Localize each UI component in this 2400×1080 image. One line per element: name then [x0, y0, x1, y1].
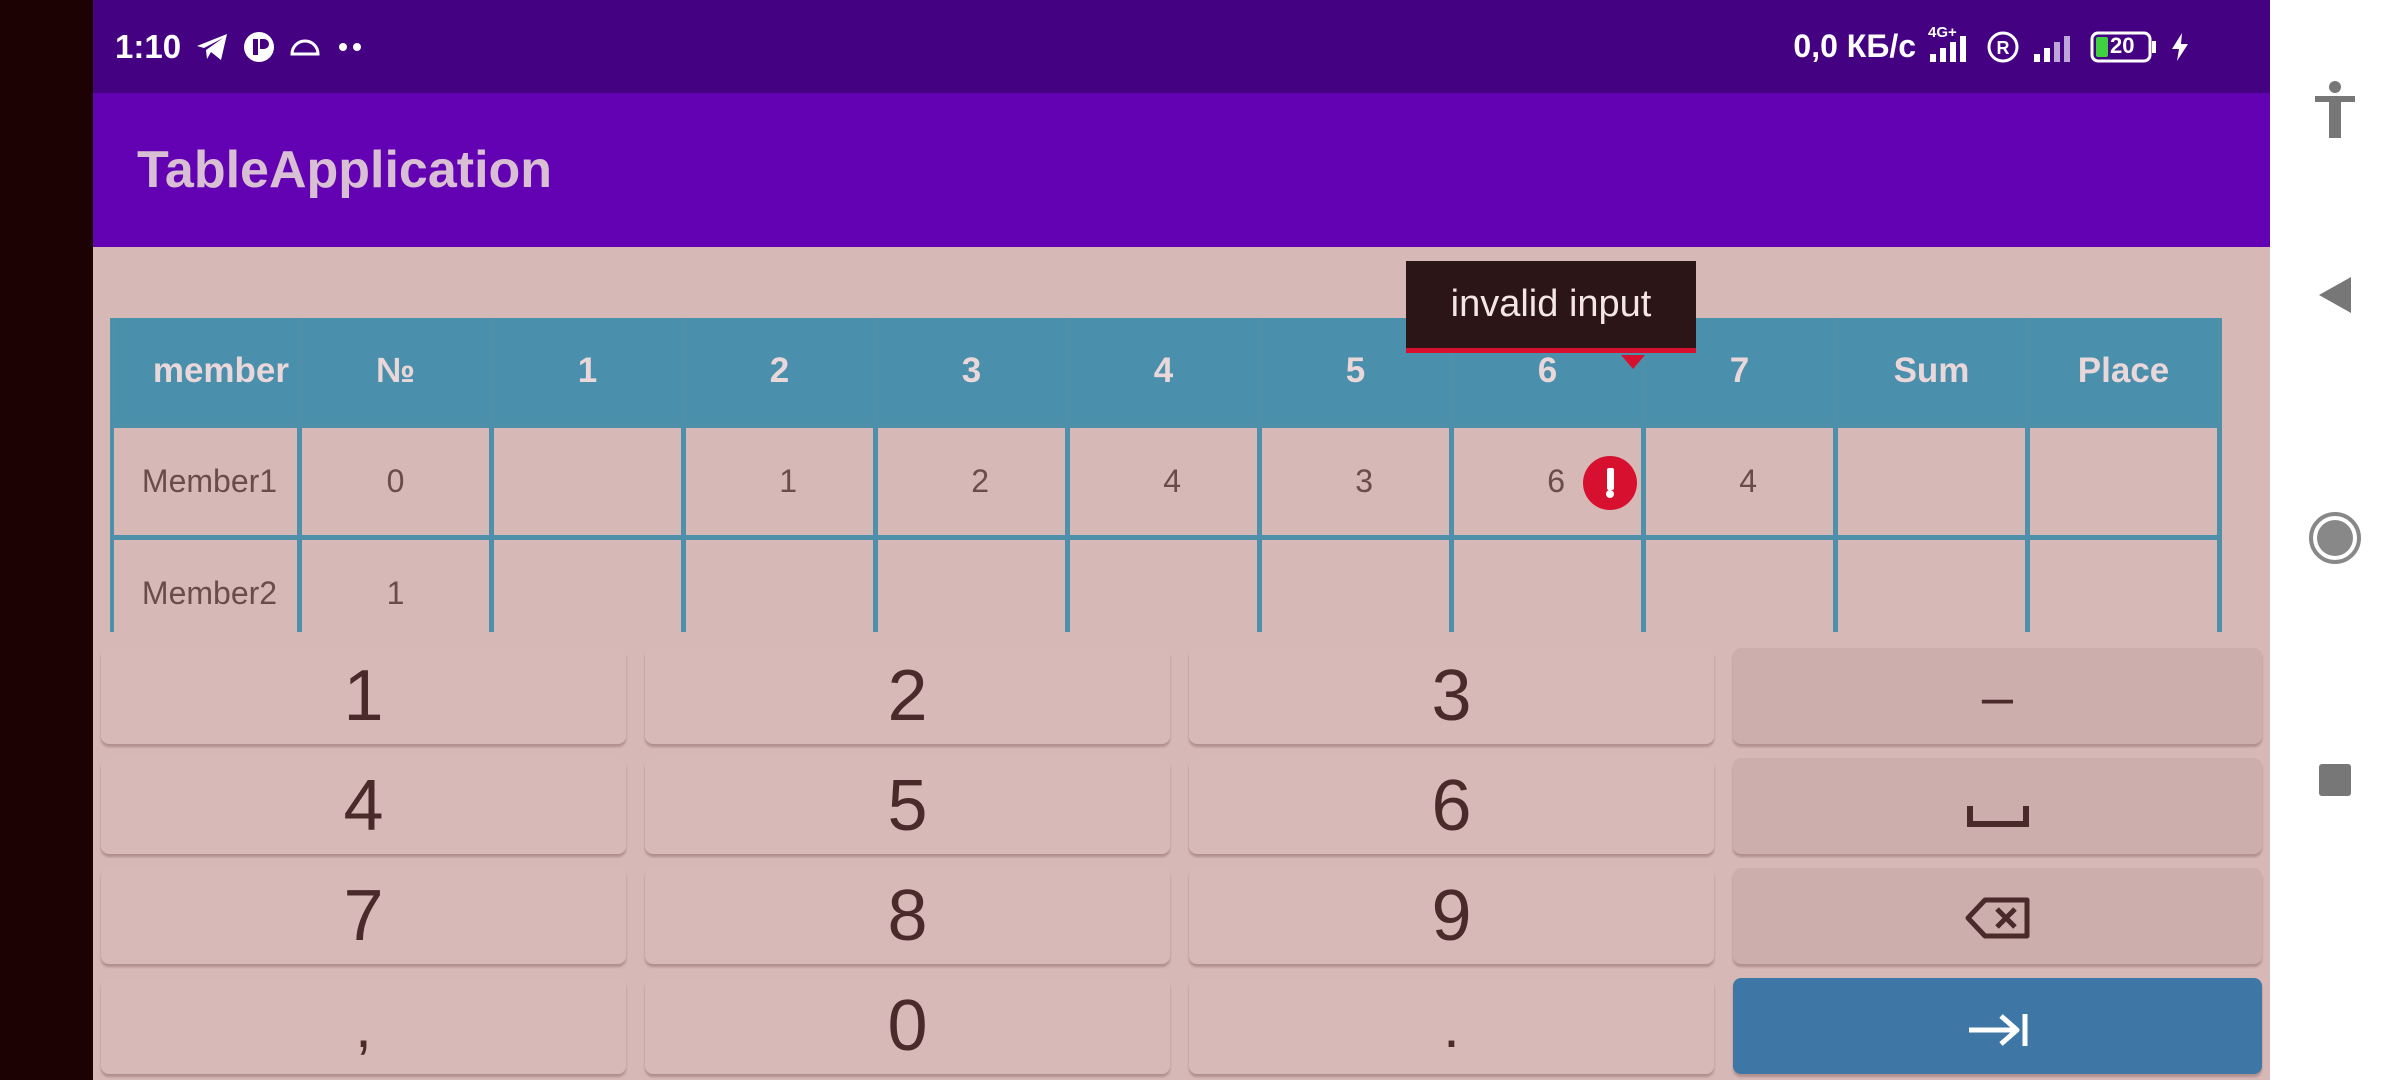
header-number: № — [302, 318, 494, 428]
error-tooltip-arrow — [1621, 355, 1645, 369]
backspace-key[interactable] — [1733, 868, 2262, 964]
cell-score-5[interactable]: 3 — [1262, 428, 1454, 540]
left-edge-strip — [0, 0, 93, 1080]
cell-score-1[interactable] — [494, 428, 686, 540]
space-icon — [1966, 765, 2030, 847]
key-6[interactable]: 6 — [1189, 758, 1714, 854]
table-header-row: member № 1 2 3 4 5 6 7 Sum Place — [110, 318, 2252, 428]
cell-score-4[interactable] — [1070, 540, 1262, 632]
network-type: 4G+ — [1928, 23, 1957, 41]
header-3: 3 — [878, 318, 1070, 428]
key-3[interactable]: 3 — [1189, 648, 1714, 744]
score-table: member № 1 2 3 4 5 6 7 Sum Place Member1… — [110, 318, 2252, 632]
cloud-icon — [289, 36, 321, 58]
cell-member-name[interactable]: Member2 — [110, 540, 302, 632]
cell-score-5[interactable] — [1262, 540, 1454, 632]
status-time: 1:10 — [115, 27, 182, 65]
key-0[interactable]: 0 — [645, 978, 1170, 1074]
header-member: member — [110, 318, 302, 428]
battery-icon: 20 — [2090, 31, 2158, 63]
numeric-keypad: 1 2 3 – 4 5 6 7 8 9 , 0 . — [93, 632, 2270, 1080]
telegram-icon — [195, 32, 229, 62]
cell-score-3[interactable]: 2 — [878, 428, 1070, 540]
key-4[interactable]: 4 — [101, 758, 626, 854]
signal-icon: 4G+ — [1928, 24, 1974, 62]
header-sum: Sum — [1838, 318, 2030, 428]
signal-icon-2 — [2032, 32, 2078, 62]
period-key[interactable]: . — [1189, 978, 1714, 1074]
cell-score-6-value: 6 — [1547, 463, 1565, 499]
cell-member-name[interactable]: Member1 — [110, 428, 302, 540]
key-2[interactable]: 2 — [645, 648, 1170, 744]
backspace-icon — [1965, 875, 2031, 957]
battery-level: 20 — [2110, 32, 2135, 58]
cell-score-2[interactable]: 1 — [686, 428, 878, 540]
accessibility-button[interactable] — [2270, 52, 2400, 172]
header-1: 1 — [494, 318, 686, 428]
app-bar: TableApplication — [93, 93, 2270, 247]
app-notification-icon — [243, 31, 275, 63]
network-speed: 0,0 КБ/с — [1793, 28, 1916, 64]
accessibility-icon — [2313, 80, 2357, 145]
key-7[interactable]: 7 — [101, 868, 626, 964]
header-2: 2 — [686, 318, 878, 428]
header-place: Place — [2030, 318, 2222, 428]
roaming-icon: R — [1986, 30, 2020, 64]
key-9[interactable]: 9 — [1189, 868, 1714, 964]
cell-sum — [1838, 540, 2030, 632]
tab-arrow-icon — [1965, 985, 2031, 1067]
home-icon — [2308, 511, 2362, 570]
key-8[interactable]: 8 — [645, 868, 1170, 964]
cell-score-4[interactable]: 4 — [1070, 428, 1262, 540]
cell-sum — [1838, 428, 2030, 540]
app-title: TableApplication — [137, 141, 553, 199]
cell-score-2[interactable] — [686, 540, 878, 632]
key-1[interactable]: 1 — [101, 648, 626, 744]
cell-score-3[interactable] — [878, 540, 1070, 632]
minus-key[interactable]: – — [1733, 648, 2262, 744]
header-4: 4 — [1070, 318, 1262, 428]
app-window: 1:10 0,0 КБ/с 4G+ R 20 TableApplication … — [93, 0, 2270, 1080]
cell-score-6[interactable] — [1454, 540, 1646, 632]
cell-place — [2030, 540, 2222, 632]
system-navigation-bar — [2270, 0, 2400, 1080]
cell-score-1[interactable] — [494, 540, 686, 632]
comma-key[interactable]: , — [101, 978, 626, 1074]
recents-icon — [2317, 762, 2353, 803]
charging-icon — [2170, 32, 2190, 62]
cell-member-number[interactable]: 1 — [302, 540, 494, 632]
cell-score-7[interactable] — [1646, 540, 1838, 632]
recents-button[interactable] — [2270, 722, 2400, 842]
key-5[interactable]: 5 — [645, 758, 1170, 854]
back-button[interactable] — [2270, 237, 2400, 357]
space-key[interactable] — [1733, 758, 2262, 854]
error-tooltip: invalid input — [1406, 261, 1696, 353]
svg-text:R: R — [1997, 38, 2010, 58]
home-button[interactable] — [2270, 480, 2400, 600]
cell-score-6-invalid[interactable]: 6 — [1454, 428, 1646, 540]
more-dots-icon — [335, 42, 365, 52]
next-tab-key[interactable] — [1733, 978, 2262, 1074]
status-bar: 1:10 0,0 КБ/с 4G+ R 20 — [93, 0, 2270, 93]
cell-member-number[interactable]: 0 — [302, 428, 494, 540]
cell-score-7[interactable]: 4 — [1646, 428, 1838, 540]
error-icon[interactable] — [1583, 456, 1637, 510]
table-row: Member1 0 1 2 4 3 6 4 — [110, 428, 2252, 540]
table-row: Member2 1 — [110, 540, 2252, 632]
back-icon — [2317, 275, 2353, 320]
cell-place — [2030, 428, 2222, 540]
